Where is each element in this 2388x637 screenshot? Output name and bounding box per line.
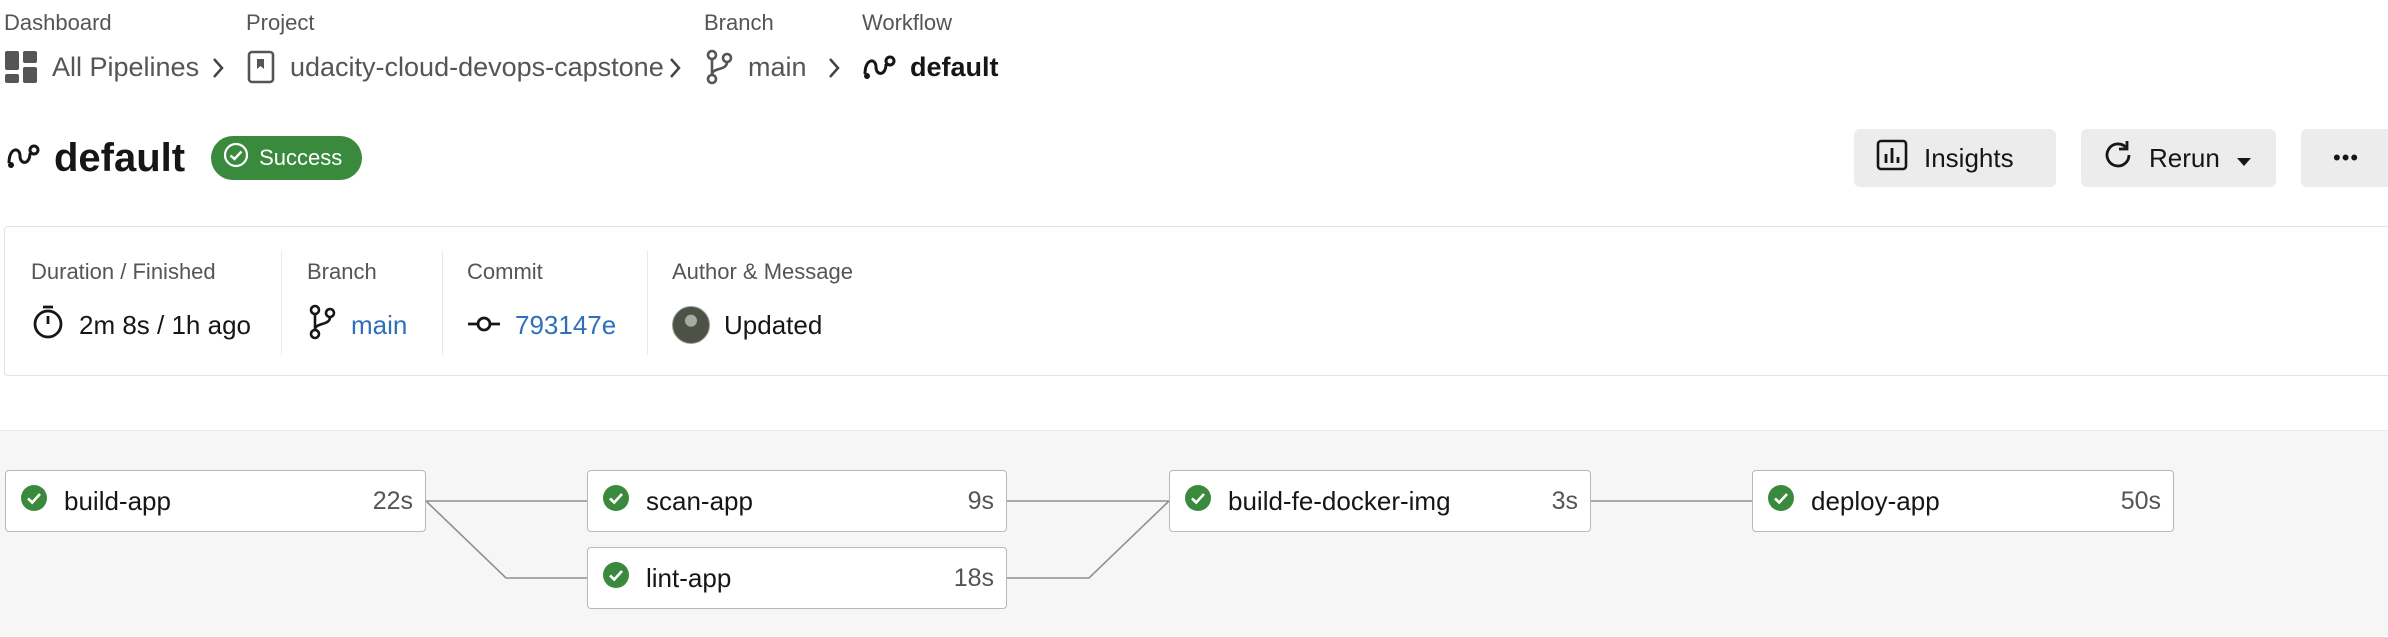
dashboard-grid-icon bbox=[4, 50, 38, 84]
insights-button-label: Insights bbox=[1924, 142, 2014, 173]
success-check-icon bbox=[602, 561, 630, 596]
git-branch-icon bbox=[704, 49, 734, 85]
duration-cell: Duration / Finished 2m 8s / 1h ago bbox=[31, 227, 251, 377]
success-check-icon bbox=[20, 484, 48, 519]
workflow-icon bbox=[6, 141, 40, 176]
success-check-icon bbox=[1184, 484, 1212, 519]
breadcrumb-workflow[interactable]: Workflow default bbox=[862, 10, 999, 92]
commit-message: Updated bbox=[724, 309, 823, 340]
breadcrumb-workflow-current: default bbox=[910, 51, 999, 82]
breadcrumb-project-link[interactable]: udacity-cloud-devops-capstone bbox=[290, 52, 664, 83]
workflow-summary: Duration / Finished 2m 8s / 1h ago Branc… bbox=[4, 226, 2388, 376]
job-name: build-app bbox=[64, 485, 171, 516]
divider bbox=[647, 251, 648, 355]
status-badge-label: Success bbox=[259, 145, 343, 170]
check-circle-icon bbox=[223, 142, 249, 174]
caret-down-icon bbox=[2236, 143, 2252, 174]
chevron-right-icon bbox=[210, 56, 226, 85]
breadcrumb-branch-label: Branch bbox=[704, 10, 774, 35]
breadcrumb-project-label: Project bbox=[246, 10, 315, 35]
branch-cell: Branch main bbox=[307, 227, 407, 377]
insights-button[interactable]: Insights bbox=[1854, 129, 2056, 187]
graph-connectors bbox=[425, 500, 1752, 579]
job-lint-app[interactable]: lint-app 18s bbox=[587, 547, 1007, 609]
refresh-icon bbox=[2101, 138, 2135, 179]
job-duration: 9s bbox=[967, 486, 994, 515]
rerun-button[interactable]: Rerun bbox=[2081, 129, 2276, 187]
pipeline-graph: build-app 22s scan-app 9s lint-app 18s b… bbox=[0, 430, 2388, 636]
job-name: deploy-app bbox=[1811, 485, 1940, 516]
job-duration: 22s bbox=[372, 486, 413, 515]
workflow-icon bbox=[862, 52, 896, 82]
repository-icon bbox=[246, 50, 276, 84]
more-options-button[interactable]: ••• bbox=[2301, 129, 2388, 187]
breadcrumb-workflow-label: Workflow bbox=[862, 10, 953, 35]
job-scan-app[interactable]: scan-app 9s bbox=[587, 470, 1007, 532]
divider bbox=[281, 251, 282, 355]
rerun-button-label: Rerun bbox=[2149, 142, 2220, 173]
breadcrumb-branch-link[interactable]: main bbox=[748, 52, 807, 83]
stopwatch-icon bbox=[31, 304, 65, 347]
job-duration: 50s bbox=[2120, 486, 2161, 515]
job-name: lint-app bbox=[646, 562, 732, 593]
job-build-fe-docker-img[interactable]: build-fe-docker-img 3s bbox=[1169, 470, 1591, 532]
job-name: build-fe-docker-img bbox=[1228, 485, 1451, 516]
commit-cell: Commit 793147e bbox=[467, 227, 616, 377]
author-label: Author & Message bbox=[672, 259, 853, 284]
status-badge: Success bbox=[211, 136, 363, 180]
chevron-right-icon bbox=[826, 56, 842, 85]
duration-label: Duration / Finished bbox=[31, 259, 216, 284]
commit-link[interactable]: 793147e bbox=[515, 310, 616, 341]
branch-label: Branch bbox=[307, 259, 377, 284]
git-commit-icon bbox=[467, 310, 501, 341]
branch-link[interactable]: main bbox=[351, 310, 407, 341]
git-branch-icon bbox=[307, 304, 337, 347]
breadcrumb-project[interactable]: Project udacity-cloud-devops-capstone bbox=[246, 10, 664, 92]
page-title: default bbox=[54, 135, 186, 180]
job-build-app[interactable]: build-app 22s bbox=[5, 470, 426, 532]
avatar bbox=[672, 306, 710, 344]
divider bbox=[442, 251, 443, 355]
breadcrumb-dashboard-link[interactable]: All Pipelines bbox=[52, 52, 199, 83]
commit-label: Commit bbox=[467, 259, 543, 284]
author-cell: Author & Message Updated bbox=[672, 227, 853, 377]
breadcrumb-dashboard[interactable]: Dashboard All Pipelines bbox=[4, 10, 199, 92]
breadcrumb: Dashboard All Pipelines Project udacity-… bbox=[0, 0, 2388, 110]
job-duration: 18s bbox=[953, 563, 994, 592]
breadcrumb-branch[interactable]: Branch main bbox=[704, 10, 807, 92]
success-check-icon bbox=[602, 484, 630, 519]
success-check-icon bbox=[1767, 484, 1795, 519]
chevron-right-icon bbox=[667, 56, 683, 85]
workflow-header: default Success bbox=[6, 128, 363, 188]
more-horizontal-icon: ••• bbox=[2333, 145, 2360, 170]
job-name: scan-app bbox=[646, 485, 753, 516]
duration-value: 2m 8s / 1h ago bbox=[79, 309, 251, 340]
job-deploy-app[interactable]: deploy-app 50s bbox=[1752, 470, 2174, 532]
breadcrumb-dashboard-label: Dashboard bbox=[4, 10, 112, 35]
job-duration: 3s bbox=[1551, 486, 1578, 515]
bar-chart-icon bbox=[1876, 139, 1908, 178]
